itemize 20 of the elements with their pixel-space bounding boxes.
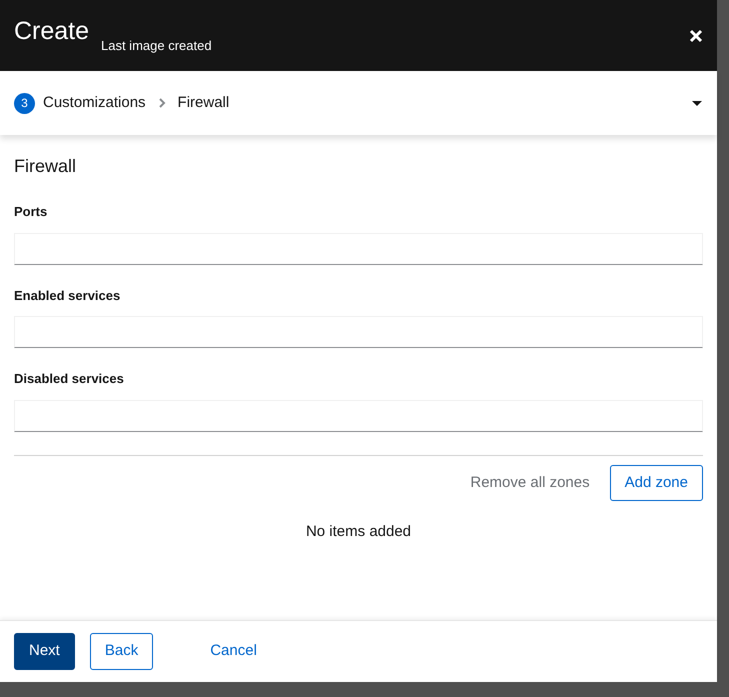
input-field[interactable] bbox=[14, 232, 703, 264]
input-field[interactable] bbox=[14, 316, 703, 348]
field-label: Disabled services bbox=[14, 370, 125, 388]
footer-button[interactable]: Next bbox=[14, 633, 75, 670]
empty-message: No items added bbox=[304, 522, 412, 542]
add-zone-button[interactable]: Add zone bbox=[610, 464, 703, 501]
input-field[interactable] bbox=[14, 400, 703, 432]
close-icon bbox=[689, 28, 703, 42]
footer-button[interactable]: Back bbox=[90, 633, 154, 670]
breadcrumb-item: Customizations bbox=[43, 92, 146, 113]
dropdown-toggle[interactable] bbox=[691, 100, 703, 106]
field-label: Ports bbox=[14, 203, 48, 221]
step-number: 3 bbox=[14, 92, 35, 114]
cancel-link[interactable]: Cancel bbox=[196, 634, 271, 669]
close-button[interactable] bbox=[689, 28, 703, 42]
section-title: Firewall bbox=[14, 155, 78, 178]
chevron-icon bbox=[158, 98, 166, 108]
field-label: Enabled services bbox=[14, 286, 122, 304]
modal-title: Create bbox=[14, 19, 90, 44]
breadcrumb-item: Firewall bbox=[178, 92, 230, 113]
